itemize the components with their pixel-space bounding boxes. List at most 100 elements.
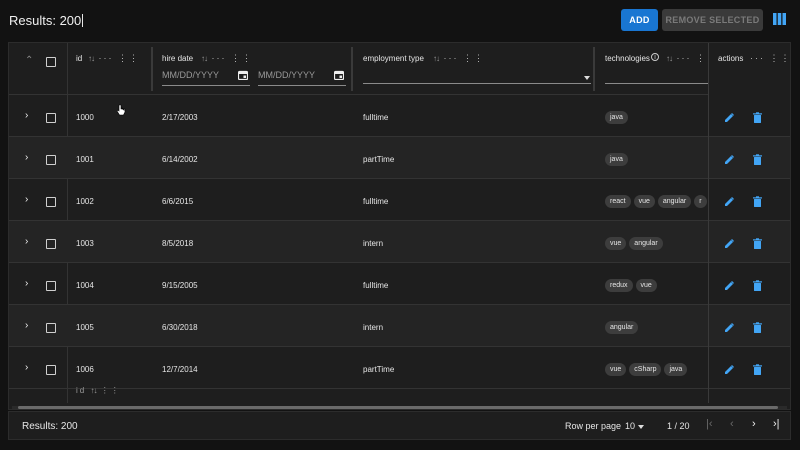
cell-employment-type: intern <box>363 323 384 332</box>
table-row[interactable]: › 1001 6/14/2002 partTime java <box>9 137 790 179</box>
cell-technologies: react vue angular r <box>605 195 710 208</box>
column-menu-icons[interactable]: ↑↓ ··· ⋮⋮ <box>201 53 253 64</box>
input-underline <box>258 85 346 86</box>
chevron-right-icon[interactable]: › <box>25 278 28 289</box>
chevron-right-icon[interactable]: › <box>25 320 28 331</box>
sort-icon: ↑↓ <box>666 54 673 63</box>
cell-id: 1004 <box>76 281 94 290</box>
cell-employment-type: intern <box>363 239 384 248</box>
table-row[interactable]: › 1000 2/17/2003 fulltime java <box>9 95 790 137</box>
column-header-employment-type[interactable]: employment type ↑↓ ··· ⋮⋮ <box>353 43 593 95</box>
page-info: 1 / 20 <box>667 421 690 431</box>
data-grid: ⌃ id ↑↓ ··· ⋮⋮ hire date ↑↓ ··· ⋮⋮ MM/DD… <box>8 42 791 410</box>
chevron-right-icon[interactable]: › <box>25 194 28 205</box>
actions-pinned-column <box>708 43 790 403</box>
cell-technologies: vue cSharp java <box>605 363 690 376</box>
rows-per-page-label: Row per page <box>565 421 622 431</box>
table-row[interactable]: › 1002 6/6/2015 fulltime react vue angular r <box>9 179 790 221</box>
row-checkbox[interactable] <box>46 365 56 375</box>
row-checkbox[interactable] <box>46 281 56 291</box>
column-header-technologies[interactable]: technologies i ↑↓ ··· ⋮⋮ <box>595 43 716 95</box>
cell-hire-date: 6/30/2018 <box>162 323 198 332</box>
cell-hire-date: 6/14/2002 <box>162 155 198 164</box>
cell-id: 1002 <box>76 197 94 206</box>
sort-icon: ↑↓ <box>201 54 208 63</box>
sort-icon: ↑↓ <box>433 54 440 63</box>
cell-id: 1001 <box>76 155 94 164</box>
cell-hire-date: 12/7/2014 <box>162 365 198 374</box>
sort-icon: ↑↓ <box>90 386 97 395</box>
cell-hire-date: 8/5/2018 <box>162 239 194 248</box>
mouse-cursor-icon <box>117 104 126 116</box>
chevron-right-icon[interactable]: › <box>25 152 28 163</box>
horizontal-scrollbar[interactable] <box>12 406 787 409</box>
technology-chip: vue <box>605 363 627 376</box>
technology-chip: vue <box>605 237 627 250</box>
column-header-hire-date[interactable]: hire date ↑↓ ··· ⋮⋮ MM/DD/YYYY MM/DD/YYY… <box>153 43 351 95</box>
row-checkbox[interactable] <box>46 197 56 207</box>
table-row[interactable]: › 1006 12/7/2014 partTime vue cSharp java <box>9 347 790 389</box>
next-page-icon[interactable]: › <box>752 418 756 430</box>
info-icon[interactable]: i <box>651 53 659 61</box>
input-underline <box>162 85 250 86</box>
cell-hire-date: 2/17/2003 <box>162 113 198 122</box>
hire-date-to-input[interactable]: MM/DD/YYYY <box>258 70 315 80</box>
scrollbar-thumb[interactable] <box>18 406 778 409</box>
cell-employment-type: fulltime <box>363 197 389 206</box>
calendar-icon[interactable] <box>334 70 344 80</box>
employment-type-select[interactable] <box>363 83 591 84</box>
column-header-id[interactable]: id ↑↓ ··· ⋮⋮ <box>67 43 151 95</box>
footer-row-icons[interactable]: id ↑↓ ⋮⋮ <box>76 386 121 395</box>
first-page-icon[interactable]: |‹ <box>706 418 713 430</box>
column-label-employment-type: employment type <box>363 54 424 63</box>
cell-employment-type: partTime <box>363 365 395 374</box>
chevron-right-icon[interactable]: › <box>25 362 28 373</box>
technology-chip: angular <box>605 321 639 334</box>
technology-chip: java <box>664 363 688 376</box>
technologies-filter-input[interactable] <box>605 83 708 84</box>
column-label-hire-date: hire date <box>162 54 194 63</box>
cell-technologies: redux vue <box>605 279 660 292</box>
chevron-down-icon[interactable] <box>638 425 644 429</box>
technology-chip: redux <box>605 279 633 292</box>
technology-chip: java <box>605 111 628 124</box>
toolbar: Results: 200 ADD REMOVE SELECTED <box>0 0 800 42</box>
cell-technologies: angular <box>605 321 641 334</box>
chevron-right-icon[interactable]: › <box>25 110 28 121</box>
row-checkbox[interactable] <box>46 155 56 165</box>
technology-chip: angular <box>629 237 663 250</box>
technology-chip: vue <box>635 279 657 292</box>
cell-technologies: java <box>605 153 631 166</box>
column-label-id: id <box>76 54 83 63</box>
column-menu-icons[interactable]: ↑↓ ··· ⋮⋮ <box>88 53 140 64</box>
cell-employment-type: fulltime <box>363 281 389 290</box>
cell-employment-type: fulltime <box>363 113 389 122</box>
cell-technologies: vue angular <box>605 237 666 250</box>
cell-technologies: java <box>605 111 631 124</box>
add-button[interactable]: ADD <box>621 9 658 31</box>
chevron-down-icon[interactable] <box>584 76 590 80</box>
cell-hire-date: 6/6/2015 <box>162 197 194 206</box>
column-menu-icons[interactable]: ↑↓ ··· ⋮⋮ <box>433 53 485 64</box>
grid-header: ⌃ id ↑↓ ··· ⋮⋮ hire date ↑↓ ··· ⋮⋮ MM/DD… <box>9 43 790 95</box>
table-row[interactable]: › 1005 6/30/2018 intern angular <box>9 305 790 347</box>
row-checkbox[interactable] <box>46 239 56 249</box>
remove-selected-button[interactable]: REMOVE SELECTED <box>662 9 763 31</box>
last-page-icon[interactable]: ›| <box>773 418 780 430</box>
technology-chip: r <box>694 195 707 208</box>
cell-hire-date: 9/15/2005 <box>162 281 198 290</box>
table-row[interactable]: › 1003 8/5/2018 intern vue angular <box>9 221 790 263</box>
view-column-icon[interactable] <box>773 13 786 25</box>
select-all-checkbox[interactable] <box>46 57 56 67</box>
row-checkbox[interactable] <box>46 323 56 333</box>
technology-chip: angular <box>657 195 692 208</box>
row-checkbox[interactable] <box>46 113 56 123</box>
rows-per-page-select[interactable]: 10 <box>625 421 635 431</box>
chevron-right-icon[interactable]: › <box>25 236 28 247</box>
table-row[interactable]: › 1004 9/15/2005 fulltime redux vue <box>9 263 790 305</box>
technology-chip: vue <box>633 195 655 208</box>
calendar-icon[interactable] <box>238 70 248 80</box>
chevron-up-icon[interactable]: ⌃ <box>25 55 33 66</box>
hire-date-from-input[interactable]: MM/DD/YYYY <box>162 70 219 80</box>
previous-page-icon[interactable]: ‹ <box>730 418 734 430</box>
